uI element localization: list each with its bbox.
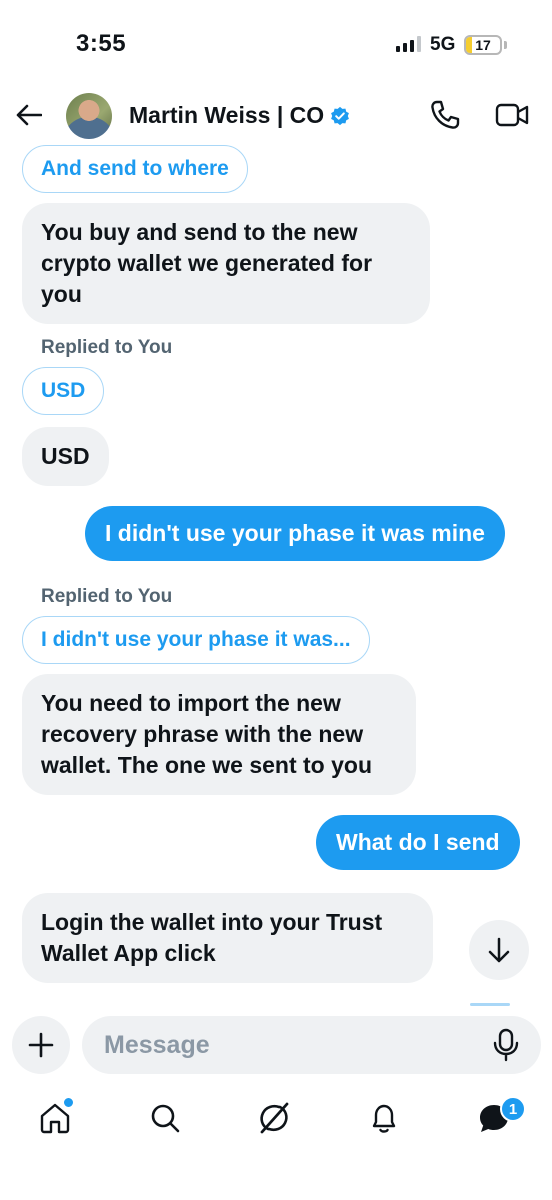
phone-icon <box>431 100 460 129</box>
incoming-message[interactable]: USD <box>22 427 109 486</box>
arrow-down-icon <box>488 937 510 963</box>
bottom-navigation <box>0 1088 552 1158</box>
grok-icon <box>260 1102 289 1134</box>
home-notification-dot <box>62 1096 75 1109</box>
battery-tip <box>504 41 507 49</box>
conversation-header: Martin Weiss | CO <box>0 90 552 142</box>
bell-icon <box>372 1104 396 1133</box>
microphone-icon <box>493 1028 519 1062</box>
tab-notifications[interactable] <box>364 1098 404 1138</box>
call-button[interactable] <box>428 98 462 132</box>
back-button[interactable] <box>12 98 46 132</box>
composer <box>0 1010 552 1084</box>
messages-badge: 1 <box>500 1096 526 1122</box>
verified-badge-icon <box>331 106 349 126</box>
signal-strength-icon <box>396 36 421 52</box>
typing-indicator-edge <box>470 1003 510 1006</box>
battery-level: 17 <box>475 37 491 53</box>
search-icon <box>151 1104 180 1133</box>
incoming-message[interactable]: You need to import the new recovery phra… <box>22 674 416 795</box>
battery-icon: 17 <box>464 35 502 55</box>
tab-search[interactable] <box>145 1098 185 1138</box>
outgoing-message[interactable]: I didn't use your phase it was mine <box>85 506 505 561</box>
quoted-message[interactable]: USD <box>22 367 105 415</box>
message-input[interactable] <box>82 1016 541 1074</box>
incoming-message[interactable]: Login the wallet into your Trust Wallet … <box>22 893 433 983</box>
status-time: 3:55 <box>76 30 127 57</box>
plus-icon <box>28 1032 54 1058</box>
message-list[interactable]: And send to where You buy and send to th… <box>0 142 552 1010</box>
replied-to-label: Replied to You <box>41 586 173 607</box>
video-call-button[interactable] <box>494 98 530 132</box>
scroll-to-bottom-button[interactable] <box>469 920 529 980</box>
video-camera-icon <box>495 103 529 127</box>
tab-grok[interactable] <box>254 1098 294 1138</box>
quoted-message[interactable]: And send to where <box>22 145 248 193</box>
arrow-left-icon <box>16 104 42 126</box>
avatar[interactable] <box>66 93 112 139</box>
add-attachment-button[interactable] <box>12 1016 70 1074</box>
quoted-message[interactable]: I didn't use your phase it was... <box>22 616 370 664</box>
contact-name[interactable]: Martin Weiss | CO <box>129 102 324 129</box>
voice-message-button[interactable] <box>490 1028 522 1062</box>
status-bar: 3:55 5G 17 <box>0 0 552 90</box>
network-type: 5G <box>430 34 456 55</box>
incoming-message[interactable]: You buy and send to the new crypto walle… <box>22 203 430 324</box>
outgoing-message[interactable]: What do I send <box>316 815 520 870</box>
replied-to-label: Replied to You <box>41 337 173 358</box>
